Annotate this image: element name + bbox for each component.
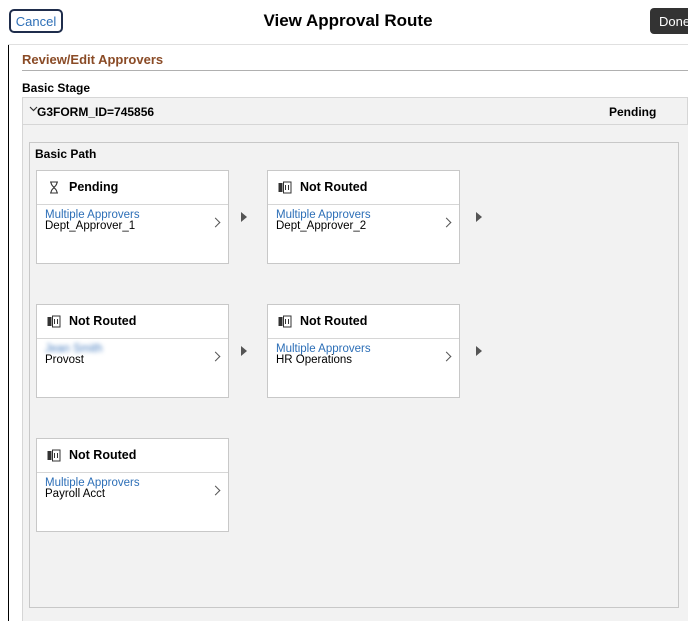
stage-id: G3FORM_ID=745856 [37, 105, 155, 119]
card-approver-name: Provost [45, 354, 84, 366]
card-approver-name: Dept_Approver_1 [45, 220, 136, 232]
card-approver-name: Payroll Acct [45, 488, 106, 500]
arrow-right-icon [476, 212, 482, 222]
arrow-right-icon [241, 212, 247, 222]
stage-label: Basic Stage [22, 81, 91, 95]
card-approver-name: HR Operations [276, 354, 353, 366]
approver-card: Not Routed Multiple Approvers Payroll Ac… [36, 438, 229, 532]
section-divider [22, 70, 688, 71]
path-box: Basic Path Pending Multiple Approvers De… [29, 142, 679, 608]
card-header: Not Routed [37, 439, 228, 473]
arrow-right-icon [241, 346, 247, 356]
approver-link[interactable]: Multiple Approvers Payroll Acct [37, 473, 228, 531]
stage-content: Basic Path Pending Multiple Approvers De… [22, 125, 688, 621]
path-label: Basic Path [35, 147, 97, 161]
card-header: Not Routed [37, 305, 228, 339]
card-approver-name: Dept_Approver_2 [276, 220, 367, 232]
section-title: Review/Edit Approvers [22, 52, 164, 67]
card-status: Not Routed [300, 180, 368, 194]
approver-link[interactable]: Multiple Approvers HR Operations [268, 339, 459, 397]
header-bar: Cancel View Approval Route Done [8, 0, 688, 45]
done-button[interactable]: Done [650, 8, 688, 34]
not-routed-icon [47, 449, 61, 462]
approver-link[interactable]: Multiple Approvers Dept_Approver_2 [268, 205, 459, 263]
approver-card: Not Routed Multiple Approvers HR Operati… [267, 304, 460, 398]
chevron-right-icon [441, 351, 452, 362]
not-routed-icon [47, 315, 61, 328]
not-routed-icon [278, 315, 292, 328]
arrow-right-icon [476, 346, 482, 356]
card-status: Not Routed [300, 314, 368, 328]
card-header: Not Routed [268, 171, 459, 205]
chevron-right-icon [210, 217, 221, 228]
card-status: Not Routed [69, 448, 137, 462]
card-status: Not Routed [69, 314, 137, 328]
card-header: Pending [37, 171, 228, 205]
stage-status: Pending [609, 105, 657, 119]
approver-card: Not Routed Jean Smith Provost [36, 304, 229, 398]
chevron-right-icon [210, 351, 221, 362]
card-status: Pending [69, 180, 119, 194]
card-header: Not Routed [268, 305, 459, 339]
chevron-right-icon [441, 217, 452, 228]
approver-link[interactable]: Jean Smith Provost [37, 339, 228, 397]
stage-header[interactable]: G3FORM_ID=745856 Pending [22, 97, 688, 125]
chevron-right-icon [210, 485, 221, 496]
page-title: View Approval Route [263, 11, 433, 30]
approver-card: Pending Multiple Approvers Dept_Approver… [36, 170, 229, 264]
approver-card: Not Routed Multiple Approvers Dept_Appro… [267, 170, 460, 264]
hourglass-icon [47, 181, 61, 194]
approver-link[interactable]: Multiple Approvers Dept_Approver_1 [37, 205, 228, 263]
not-routed-icon [278, 181, 292, 194]
